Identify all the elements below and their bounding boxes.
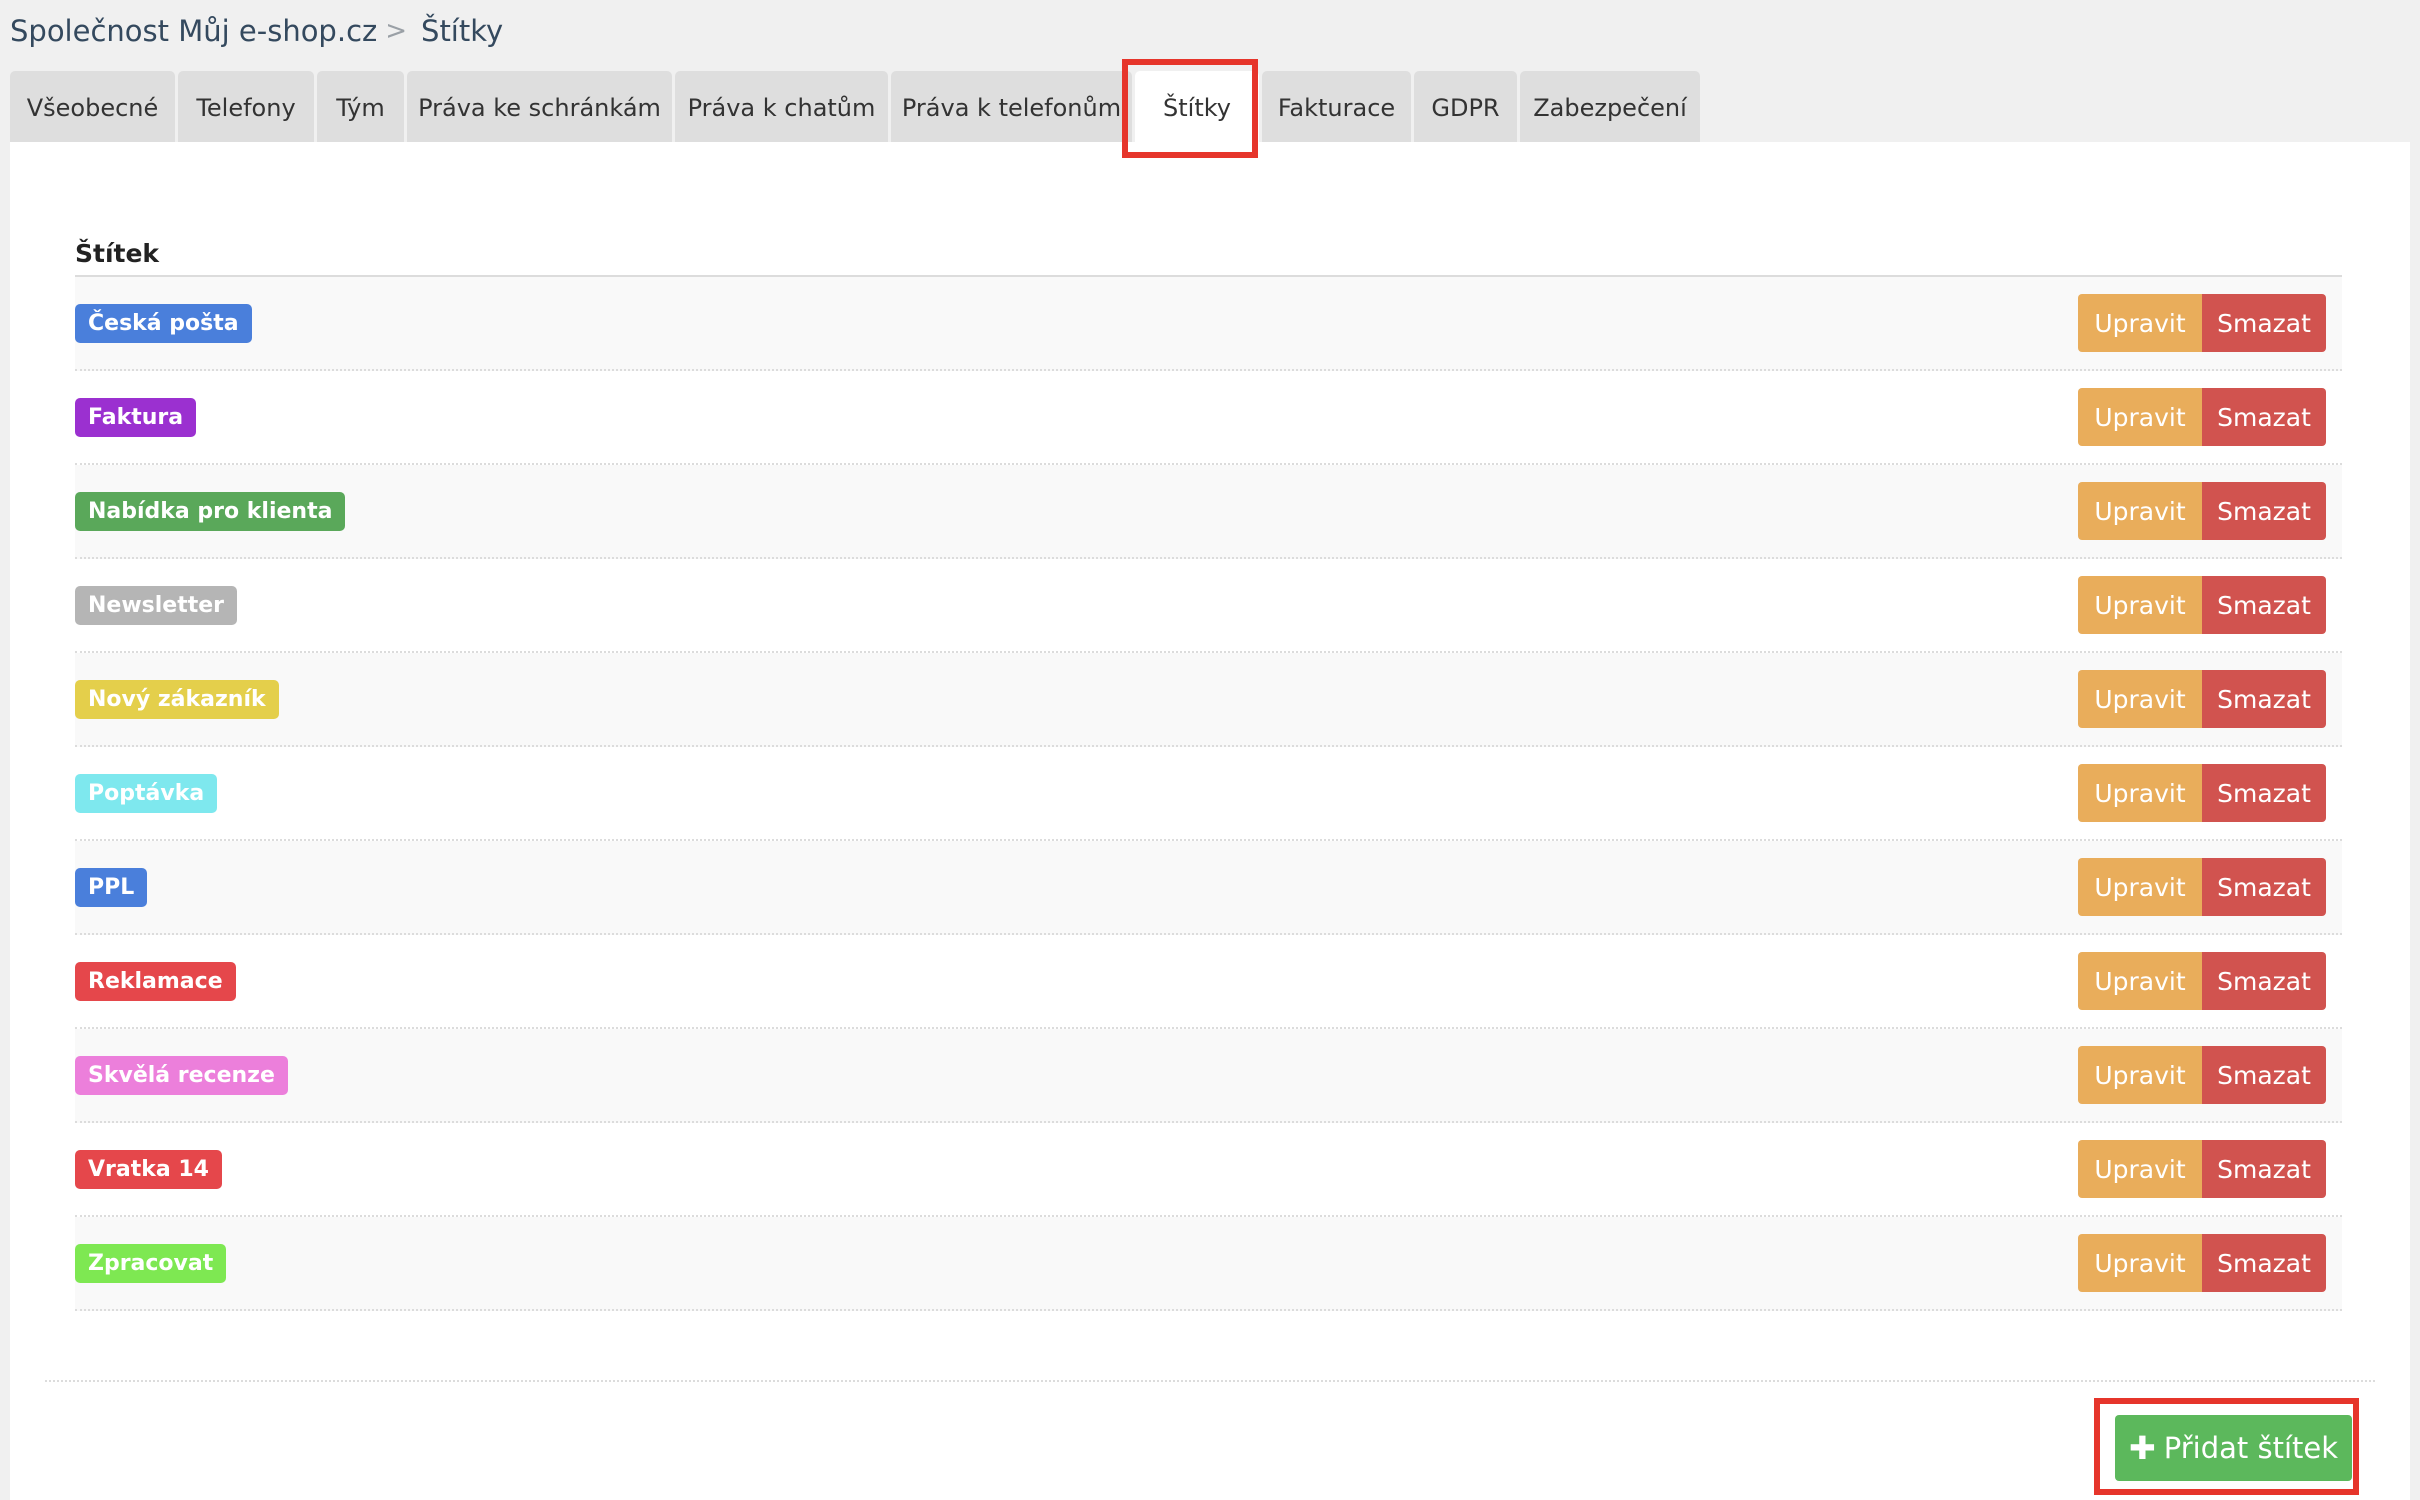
row-actions: Upravit Smazat — [2078, 1140, 2326, 1198]
edit-button[interactable]: Upravit — [2078, 482, 2202, 540]
breadcrumb-company[interactable]: Společnost Můj e-shop.cz — [10, 14, 377, 48]
tab-tym[interactable]: Tým — [317, 71, 404, 144]
row-actions: Upravit Smazat — [2078, 1046, 2326, 1104]
table-row: Reklamace Upravit Smazat — [75, 935, 2342, 1029]
row-actions: Upravit Smazat — [2078, 294, 2326, 352]
footer-divider — [45, 1380, 2375, 1382]
tab-fakturace[interactable]: Fakturace — [1262, 71, 1411, 144]
table-row: Vratka 14 Upravit Smazat — [75, 1123, 2342, 1217]
tag-badge: Skvělá recenze — [75, 1055, 288, 1095]
tab-gdpr[interactable]: GDPR — [1414, 71, 1517, 144]
row-actions: Upravit Smazat — [2078, 388, 2326, 446]
tags-table: Česká pošta Upravit Smazat Faktura Upravit Sm… — [75, 277, 2342, 1311]
delete-button[interactable]: Smazat — [2202, 1046, 2326, 1104]
row-actions: Upravit Smazat — [2078, 858, 2326, 916]
tag-badge: Česká pošta — [75, 303, 252, 343]
edit-button[interactable]: Upravit — [2078, 1140, 2202, 1198]
edit-button[interactable]: Upravit — [2078, 670, 2202, 728]
delete-button[interactable]: Smazat — [2202, 764, 2326, 822]
tag-badge: Nový zákazník — [75, 679, 279, 719]
tag-badge: Newsletter — [75, 585, 238, 625]
delete-button[interactable]: Smazat — [2202, 670, 2326, 728]
tab-stitky[interactable]: Štítky — [1135, 71, 1259, 144]
edit-button[interactable]: Upravit — [2078, 576, 2202, 634]
tab-prava-ke-schrankam[interactable]: Práva ke schránkám — [407, 71, 672, 144]
table-row: Newsletter Upravit Smazat — [75, 559, 2342, 653]
plus-icon: ✚ — [2128, 1429, 2156, 1467]
table-row: Faktura Upravit Smazat — [75, 371, 2342, 465]
table-row: Nabídka pro klienta Upravit Smazat — [75, 465, 2342, 559]
edit-button[interactable]: Upravit — [2078, 388, 2202, 446]
table-row: Zpracovat Upravit Smazat — [75, 1217, 2342, 1311]
delete-button[interactable]: Smazat — [2202, 952, 2326, 1010]
table-row: Nový zákazník Upravit Smazat — [75, 653, 2342, 747]
tab-prava-k-chatum[interactable]: Práva k chatům — [675, 71, 888, 144]
row-actions: Upravit Smazat — [2078, 482, 2326, 540]
row-actions: Upravit Smazat — [2078, 576, 2326, 634]
tag-badge: PPL — [75, 867, 148, 907]
delete-button[interactable]: Smazat — [2202, 1140, 2326, 1198]
table-row: Česká pošta Upravit Smazat — [75, 277, 2342, 371]
delete-button[interactable]: Smazat — [2202, 482, 2326, 540]
tag-badge: Zpracovat — [75, 1243, 227, 1283]
tags-panel: Štítek Česká pošta Upravit Smazat Faktura Up… — [10, 142, 2410, 1500]
tag-badge: Reklamace — [75, 961, 236, 1001]
table-row: Skvělá recenze Upravit Smazat — [75, 1029, 2342, 1123]
tab-telefony[interactable]: Telefony — [178, 71, 314, 144]
add-tag-button[interactable]: ✚ Přidat štítek — [2115, 1415, 2352, 1481]
tag-badge: Vratka 14 — [75, 1149, 222, 1189]
edit-button[interactable]: Upravit — [2078, 764, 2202, 822]
breadcrumb: Společnost Můj e-shop.cz > Štítky — [10, 8, 503, 54]
delete-button[interactable]: Smazat — [2202, 858, 2326, 916]
table-row: PPL Upravit Smazat — [75, 841, 2342, 935]
row-actions: Upravit Smazat — [2078, 764, 2326, 822]
tag-badge: Poptávka — [75, 773, 218, 813]
edit-button[interactable]: Upravit — [2078, 952, 2202, 1010]
delete-button[interactable]: Smazat — [2202, 294, 2326, 352]
edit-button[interactable]: Upravit — [2078, 1046, 2202, 1104]
edit-button[interactable]: Upravit — [2078, 858, 2202, 916]
tab-bar: Všeobecné Telefony Tým Práva ke schránká… — [10, 69, 1703, 144]
row-actions: Upravit Smazat — [2078, 1234, 2326, 1292]
breadcrumb-current: Štítky — [421, 14, 504, 48]
breadcrumb-separator: > — [385, 16, 408, 46]
table-row: Poptávka Upravit Smazat — [75, 747, 2342, 841]
add-tag-label: Přidat štítek — [2163, 1431, 2339, 1465]
delete-button[interactable]: Smazat — [2202, 1234, 2326, 1292]
tag-badge: Faktura — [75, 397, 197, 437]
tab-prava-k-telefonum[interactable]: Práva k telefonům — [891, 71, 1132, 144]
row-actions: Upravit Smazat — [2078, 670, 2326, 728]
edit-button[interactable]: Upravit — [2078, 294, 2202, 352]
delete-button[interactable]: Smazat — [2202, 576, 2326, 634]
tag-badge: Nabídka pro klienta — [75, 491, 346, 531]
tab-vseobecne[interactable]: Všeobecné — [10, 71, 175, 144]
row-actions: Upravit Smazat — [2078, 952, 2326, 1010]
tab-zabezpeceni[interactable]: Zabezpečení — [1520, 71, 1700, 144]
delete-button[interactable]: Smazat — [2202, 388, 2326, 446]
edit-button[interactable]: Upravit — [2078, 1234, 2202, 1292]
